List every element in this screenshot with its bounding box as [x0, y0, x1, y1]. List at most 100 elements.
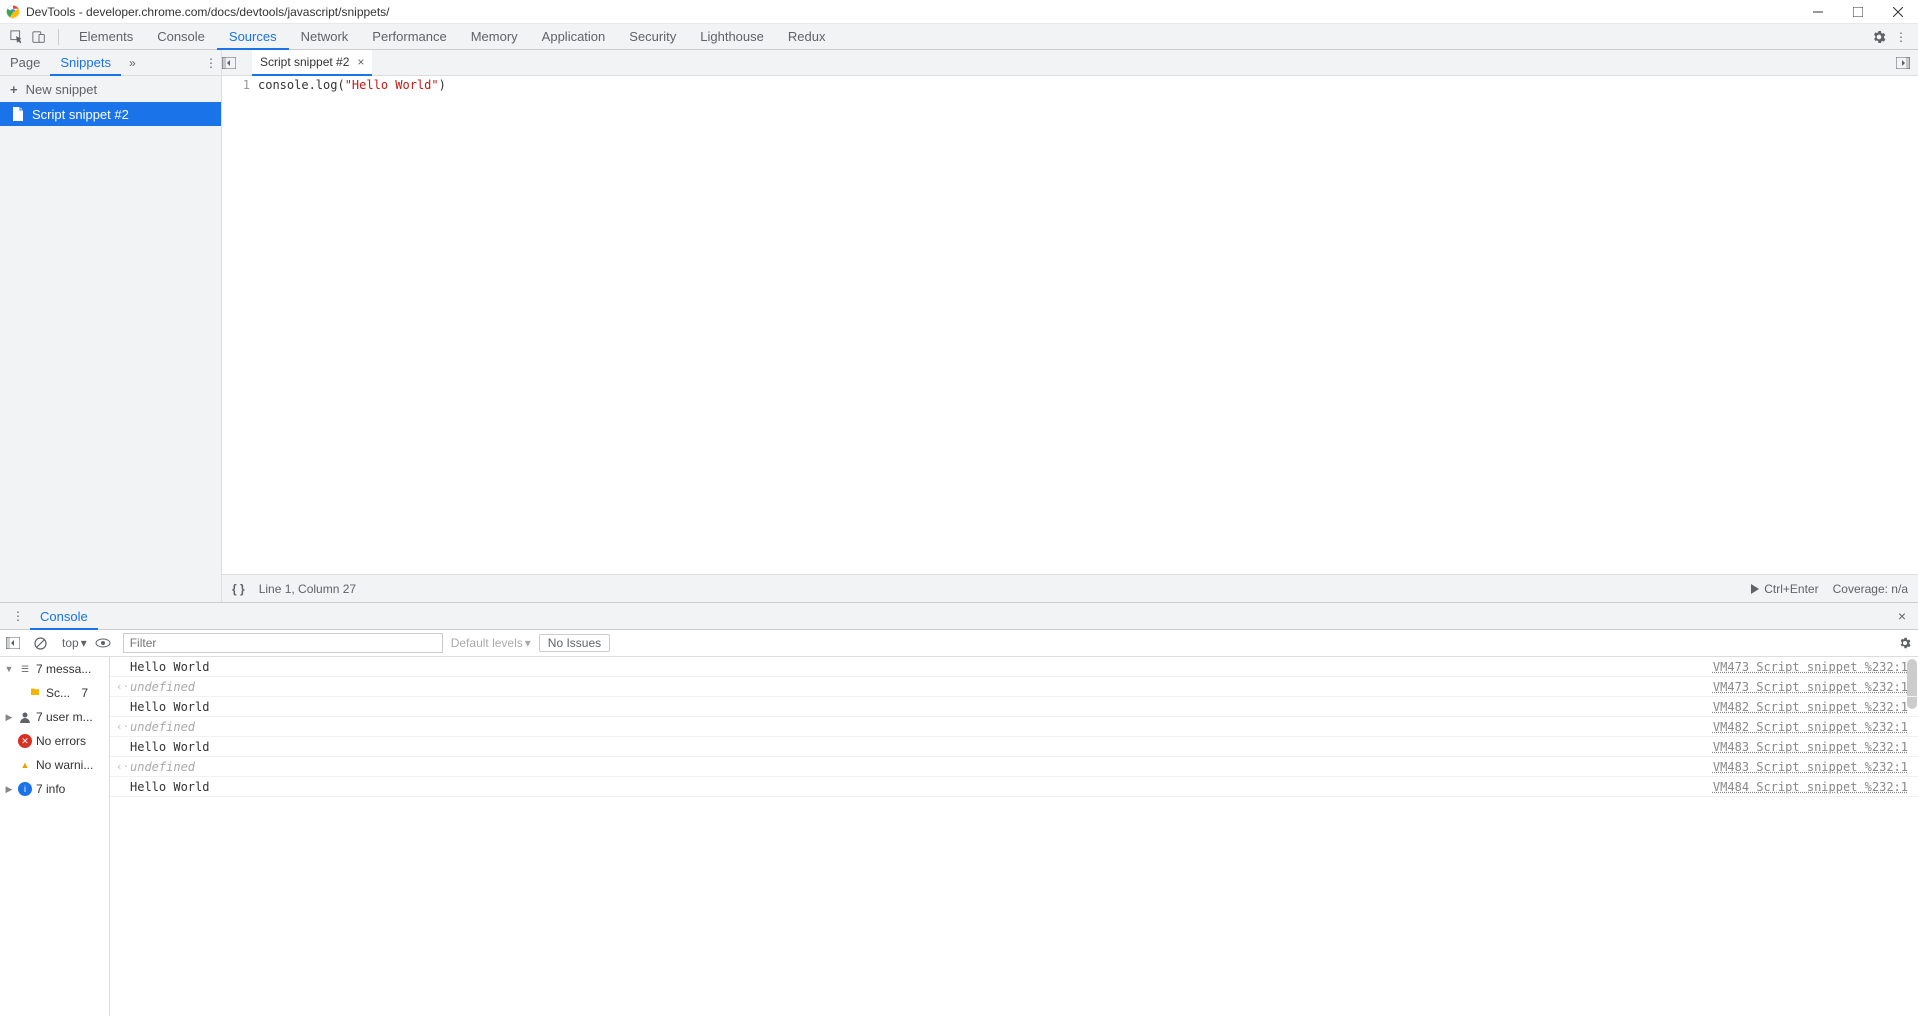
- new-snippet-button[interactable]: + New snippet: [0, 76, 221, 102]
- toggle-console-sidebar-icon[interactable]: [6, 637, 26, 649]
- snippet-item-label: Script snippet #2: [32, 107, 129, 122]
- log-return-entry: ‹·undefinedVM483 Script snippet %232:1: [110, 757, 1918, 777]
- chevron-right-icon: ▶: [4, 712, 14, 723]
- drawer-tab-console[interactable]: Console: [30, 603, 98, 630]
- console-toolbar: top▾ Default levels▾ No Issues: [0, 630, 1918, 657]
- tab-sources[interactable]: Sources: [217, 24, 289, 50]
- sidebar-source-group[interactable]: 🖿Sc... 7: [0, 681, 109, 705]
- console-body: ▼☰7 messa... 🖿Sc... 7 ▶7 user m... ✕No e…: [0, 657, 1918, 1016]
- log-source-link[interactable]: VM483 Script snippet %232:1: [1713, 760, 1908, 774]
- line-gutter: 1: [222, 78, 258, 574]
- console-settings-icon[interactable]: [1898, 636, 1912, 650]
- drawer-tabs: ⋮ Console ×: [0, 603, 1918, 630]
- error-icon: ✕: [18, 734, 32, 748]
- tab-lighthouse[interactable]: Lighthouse: [688, 24, 776, 50]
- close-window-button[interactable]: [1878, 0, 1918, 24]
- navigator-kebab-icon[interactable]: ⋮: [205, 56, 217, 70]
- chrome-logo-icon: [6, 5, 20, 19]
- sources-toolbar-row: Page Snippets » ⋮ Script snippet #2 ×: [0, 50, 1918, 76]
- sidebar-errors[interactable]: ✕No errors: [0, 729, 109, 753]
- live-expression-icon[interactable]: [95, 638, 115, 648]
- log-source-link[interactable]: VM473 Script snippet %232:1: [1713, 660, 1908, 674]
- navigator-more-tabs-icon[interactable]: »: [121, 56, 144, 70]
- run-snippet-button[interactable]: Ctrl+Enter: [1750, 582, 1818, 596]
- navigator-tabs: Page Snippets » ⋮: [0, 50, 222, 75]
- tab-divider: [58, 29, 59, 45]
- new-snippet-label: New snippet: [26, 82, 98, 97]
- warning-icon: ▲: [18, 758, 32, 772]
- code-area[interactable]: 1 console.log("Hello World"): [222, 76, 1918, 574]
- snippet-item[interactable]: Script snippet #2: [0, 102, 221, 126]
- tab-console[interactable]: Console: [145, 24, 217, 50]
- log-entry: Hello WorldVM483 Script snippet %232:1: [110, 737, 1918, 757]
- tab-network[interactable]: Network: [289, 24, 361, 50]
- clear-console-icon[interactable]: [34, 637, 54, 650]
- snippet-file-icon: [12, 107, 24, 121]
- log-source-link[interactable]: VM482 Script snippet %232:1: [1713, 720, 1908, 734]
- more-menu-icon[interactable]: ⋮: [1890, 26, 1912, 48]
- drawer-kebab-icon[interactable]: ⋮: [6, 609, 30, 623]
- context-selector[interactable]: top▾: [62, 636, 87, 650]
- run-shortcut-label: Ctrl+Enter: [1764, 582, 1818, 596]
- chevron-down-icon: ▾: [525, 636, 531, 650]
- log-return-entry: ‹·undefinedVM473 Script snippet %232:1: [110, 677, 1918, 697]
- folder-icon: 🖿: [28, 686, 42, 700]
- log-entry: Hello WorldVM484 Script snippet %232:1: [110, 777, 1918, 797]
- editor-tabstrip: Script snippet #2 ×: [222, 50, 1918, 75]
- code-editor: 1 console.log("Hello World") { } Line 1,…: [222, 76, 1918, 602]
- log-source-link[interactable]: VM483 Script snippet %232:1: [1713, 740, 1908, 754]
- plus-icon: +: [10, 82, 18, 97]
- close-file-tab-icon[interactable]: ×: [357, 55, 364, 69]
- device-toolbar-icon[interactable]: [28, 26, 50, 48]
- log-entry: Hello WorldVM473 Script snippet %232:1: [110, 657, 1918, 677]
- close-drawer-icon[interactable]: ×: [1892, 608, 1912, 624]
- tab-redux[interactable]: Redux: [776, 24, 838, 50]
- log-source-link[interactable]: VM482 Script snippet %232:1: [1713, 700, 1908, 714]
- sidebar-messages[interactable]: ▼☰7 messa...: [0, 657, 109, 681]
- sidebar-info[interactable]: ▶i7 info: [0, 777, 109, 801]
- sidebar-warnings[interactable]: ▲No warni...: [0, 753, 109, 777]
- pretty-print-icon[interactable]: { }: [232, 582, 245, 596]
- sources-body: + New snippet Script snippet #2 1 consol…: [0, 76, 1918, 602]
- tab-application[interactable]: Application: [530, 24, 618, 50]
- snippets-sidebar: + New snippet Script snippet #2: [0, 76, 222, 602]
- sidebar-user-messages[interactable]: ▶7 user m...: [0, 705, 109, 729]
- return-arrow-icon: ‹·: [116, 760, 129, 773]
- maximize-button[interactable]: [1838, 0, 1878, 24]
- chevron-down-icon: ▼: [4, 664, 14, 674]
- console-filter-input[interactable]: [123, 633, 443, 653]
- inspect-element-icon[interactable]: [6, 26, 28, 48]
- toggle-navigator-icon[interactable]: [222, 57, 248, 69]
- user-icon: [18, 710, 32, 724]
- coverage-label[interactable]: Coverage: n/a: [1833, 582, 1908, 596]
- tab-performance[interactable]: Performance: [360, 24, 458, 50]
- log-entry: Hello WorldVM482 Script snippet %232:1: [110, 697, 1918, 717]
- navigator-tab-snippets[interactable]: Snippets: [50, 50, 121, 76]
- tab-security[interactable]: Security: [617, 24, 688, 50]
- code-line: console.log("Hello World"): [258, 78, 446, 574]
- log-source-link[interactable]: VM473 Script snippet %232:1: [1713, 680, 1908, 694]
- tab-elements[interactable]: Elements: [67, 24, 145, 50]
- editor-file-tab[interactable]: Script snippet #2 ×: [252, 50, 372, 76]
- cursor-position-label: Line 1, Column 27: [259, 582, 356, 596]
- console-sidebar: ▼☰7 messa... 🖿Sc... 7 ▶7 user m... ✕No e…: [0, 657, 110, 1016]
- return-arrow-icon: ‹·: [116, 720, 129, 733]
- tab-memory[interactable]: Memory: [459, 24, 530, 50]
- list-icon: ☰: [18, 662, 32, 676]
- log-source-link[interactable]: VM484 Script snippet %232:1: [1713, 780, 1908, 794]
- window-titlebar: DevTools - developer.chrome.com/docs/dev…: [0, 0, 1918, 24]
- toggle-debugger-icon[interactable]: [1896, 57, 1918, 69]
- console-log-area[interactable]: Hello WorldVM473 Script snippet %232:1 ‹…: [110, 657, 1918, 1016]
- chevron-right-icon: ▶: [4, 784, 14, 795]
- window-title: DevTools - developer.chrome.com/docs/dev…: [26, 5, 1798, 19]
- return-arrow-icon: ‹·: [116, 680, 129, 693]
- navigator-tab-page[interactable]: Page: [0, 50, 50, 76]
- issues-button[interactable]: No Issues: [539, 634, 610, 652]
- devtools-main-tabs: Elements Console Sources Network Perform…: [0, 24, 1918, 50]
- play-icon: [1750, 584, 1760, 594]
- console-drawer: ⋮ Console × top▾ Default levels▾ No Issu…: [0, 602, 1918, 1016]
- minimize-button[interactable]: [1798, 0, 1838, 24]
- log-levels-selector[interactable]: Default levels▾: [451, 636, 531, 650]
- settings-gear-icon[interactable]: [1868, 26, 1890, 48]
- log-return-entry: ‹·undefinedVM482 Script snippet %232:1: [110, 717, 1918, 737]
